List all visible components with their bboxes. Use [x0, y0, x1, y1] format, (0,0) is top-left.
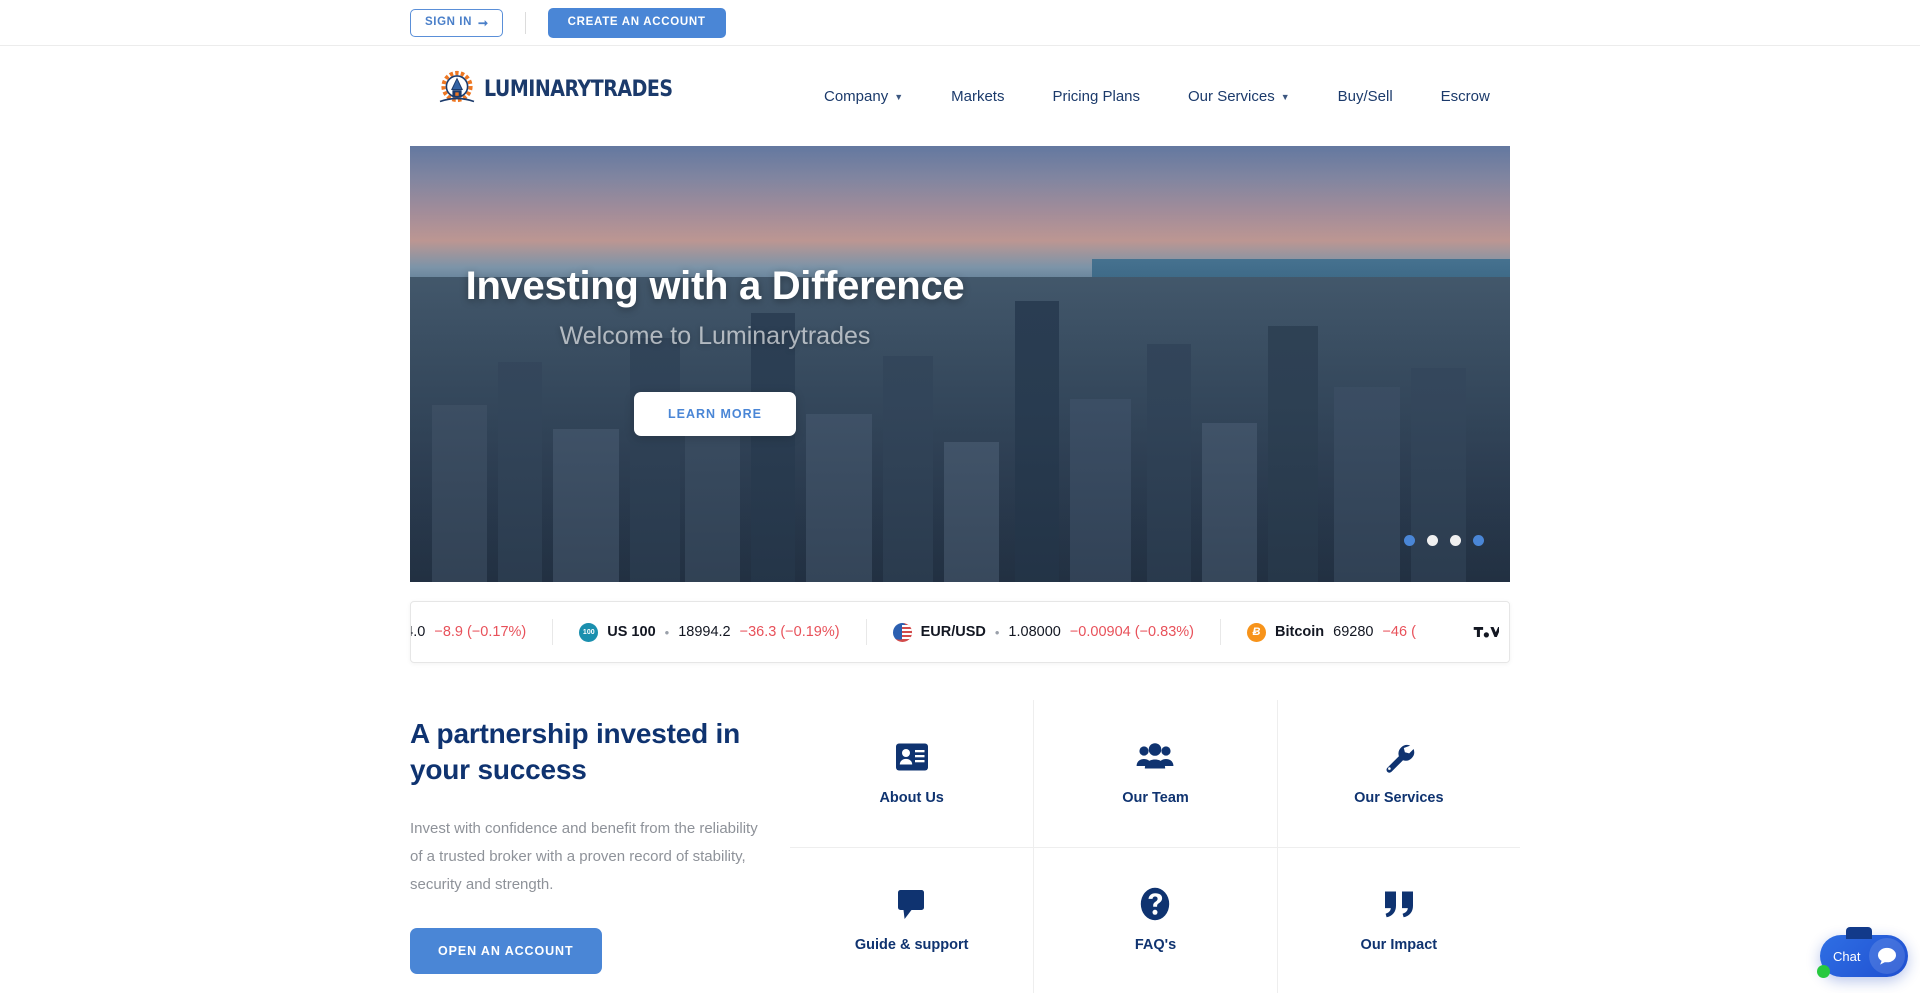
ticker-name: Bitcoin: [1275, 624, 1325, 640]
carousel-dot-3[interactable]: [1450, 535, 1461, 546]
chat-widget-button[interactable]: Chat: [1817, 927, 1908, 978]
quick-link-label: Guide & support: [854, 937, 969, 954]
hero-content: Investing with a Difference Welcome to L…: [410, 146, 1510, 582]
id-card-icon: [895, 740, 929, 774]
quick-link-label: Our Services: [1354, 790, 1444, 807]
nav-label: Company: [824, 87, 889, 105]
site-header: LUMINARYTRADES Company ▼ Markets Pricing…: [0, 46, 1920, 146]
nav-item-our-services[interactable]: Our Services ▼: [1164, 88, 1314, 105]
quick-link-label: FAQ's: [1134, 937, 1177, 954]
ticker-price: 5344.0: [411, 624, 426, 640]
site-logo-text: LUMINARYTRADES: [484, 75, 673, 102]
quick-link-our-services[interactable]: Our Services: [1276, 700, 1520, 847]
quick-link-our-impact[interactable]: Our Impact: [1276, 846, 1520, 993]
speech-bubble-icon: [896, 887, 928, 921]
section-body-text: Invest with confidence and benefit from …: [410, 819, 758, 894]
top-utility-bar-inner: SIGN IN ➞ CREATE AN ACCOUNT: [410, 0, 726, 46]
quick-link-our-team[interactable]: Our Team: [1033, 700, 1276, 847]
nav-item-escrow[interactable]: Escrow: [1417, 88, 1514, 105]
luminarytrades-logo-icon: [436, 68, 478, 110]
chevron-down-icon: ▼: [894, 92, 904, 102]
nav-item-markets[interactable]: Markets: [927, 88, 1028, 105]
quick-links-grid: About Us Our Team Our Services Guide & s…: [790, 700, 1520, 993]
carousel-dot-2[interactable]: [1427, 535, 1438, 546]
online-status-dot: [1817, 965, 1830, 978]
nav-label: Buy/Sell: [1337, 87, 1393, 105]
quick-link-faqs[interactable]: FAQ's: [1033, 846, 1277, 993]
hero-title: Investing with a Difference: [465, 264, 965, 308]
sign-in-arrow-icon: ➞: [478, 16, 489, 30]
ticker-change: −36.3 (−0.19%): [739, 624, 840, 640]
quote-marks-icon: [1383, 887, 1415, 921]
nav-label: Escrow: [1440, 87, 1490, 105]
ticker-name: EUR/USD: [920, 624, 986, 640]
sign-in-button[interactable]: SIGN IN ➞: [410, 9, 503, 37]
people-group-icon: [1136, 740, 1174, 774]
hero-subtitle: Welcome to Luminarytrades: [559, 322, 871, 350]
quick-link-guide-support[interactable]: Guide & support: [790, 846, 1034, 993]
market-ticker-bar: 5344.0 −8.9 (−0.17%) 100 US 100 • 18994.…: [410, 601, 1510, 663]
us100-icon: 100: [579, 622, 599, 642]
ticker-item-partial-left[interactable]: 5344.0 −8.9 (−0.17%): [411, 624, 552, 640]
quick-link-label: Our Impact: [1360, 937, 1438, 954]
ticker-change: −0.00904 (−0.83%): [1069, 624, 1194, 640]
carousel-dot-4[interactable]: [1473, 535, 1484, 546]
chat-widget-tab: [1846, 927, 1872, 939]
ticker-price: 18994.2: [678, 624, 731, 640]
topbar-divider: [524, 12, 526, 34]
sign-in-label: SIGN IN: [425, 16, 473, 29]
question-circle-icon: [1140, 887, 1170, 921]
quick-link-label: About Us: [879, 790, 944, 807]
chevron-down-icon: ▼: [1280, 92, 1290, 102]
bitcoin-icon: Ƀ: [1247, 622, 1266, 642]
ticker-change: −8.9 (−0.17%): [434, 624, 527, 640]
chat-bubble-icon: [1869, 938, 1905, 974]
wrench-icon: [1383, 740, 1415, 774]
nav-item-buy-sell[interactable]: Buy/Sell: [1314, 88, 1417, 105]
carousel-dot-1[interactable]: [1404, 535, 1415, 546]
learn-more-button[interactable]: LEARN MORE: [633, 392, 797, 436]
nav-item-company[interactable]: Company ▼: [800, 88, 927, 105]
ticker-item-eurusd[interactable]: EUR/USD • 1.08000 −0.00904 (−0.83%): [867, 622, 1220, 642]
quick-link-label: Our Team: [1122, 790, 1189, 807]
section-heading: A partnership invested in your success: [410, 718, 741, 786]
carousel-dots: [1404, 535, 1484, 546]
quick-link-about-us[interactable]: About Us: [790, 700, 1033, 847]
open-account-button[interactable]: OPEN AN ACCOUNT: [410, 928, 602, 975]
ticker-dot-separator: •: [664, 624, 670, 640]
hero-carousel: Investing with a Difference Welcome to L…: [410, 146, 1510, 582]
page-root: SIGN IN ➞ CREATE AN ACCOUNT LUMINARYTRAD…: [0, 0, 1920, 993]
eurusd-flag-icon: [892, 622, 912, 642]
ticker-change: −46 (: [1382, 624, 1416, 640]
site-logo[interactable]: LUMINARYTRADES: [436, 68, 673, 110]
nav-label: Pricing Plans: [1052, 87, 1141, 105]
nav-item-pricing-plans[interactable]: Pricing Plans: [1028, 88, 1164, 105]
ticker-name: US 100: [607, 624, 656, 640]
ticker-price: 69280: [1333, 624, 1374, 640]
chat-widget-label: Chat: [1833, 948, 1861, 964]
ticker-item-bitcoin[interactable]: Ƀ Bitcoin 69280 −46 (: [1221, 622, 1442, 642]
ticker-dot-separator: •: [994, 624, 1000, 640]
create-account-button[interactable]: CREATE AN ACCOUNT: [547, 8, 726, 38]
lower-section: A partnership invested in your success I…: [0, 700, 1920, 993]
ticker-price: 1.08000: [1008, 624, 1061, 640]
ticker-item-us100[interactable]: 100 US 100 • 18994.2 −36.3 (−0.19%): [553, 622, 865, 642]
nav-label: Our Services: [1188, 87, 1275, 105]
nav-label: Markets: [951, 87, 1005, 105]
tradingview-logo-icon[interactable]: [1463, 602, 1509, 662]
top-utility-bar: SIGN IN ➞ CREATE AN ACCOUNT: [0, 0, 1920, 46]
main-navigation: Company ▼ Markets Pricing Plans Our Serv…: [800, 46, 1514, 146]
value-prop-column: A partnership invested in your success I…: [410, 716, 760, 993]
ticker-track: 5344.0 −8.9 (−0.17%) 100 US 100 • 18994.…: [411, 619, 1442, 645]
